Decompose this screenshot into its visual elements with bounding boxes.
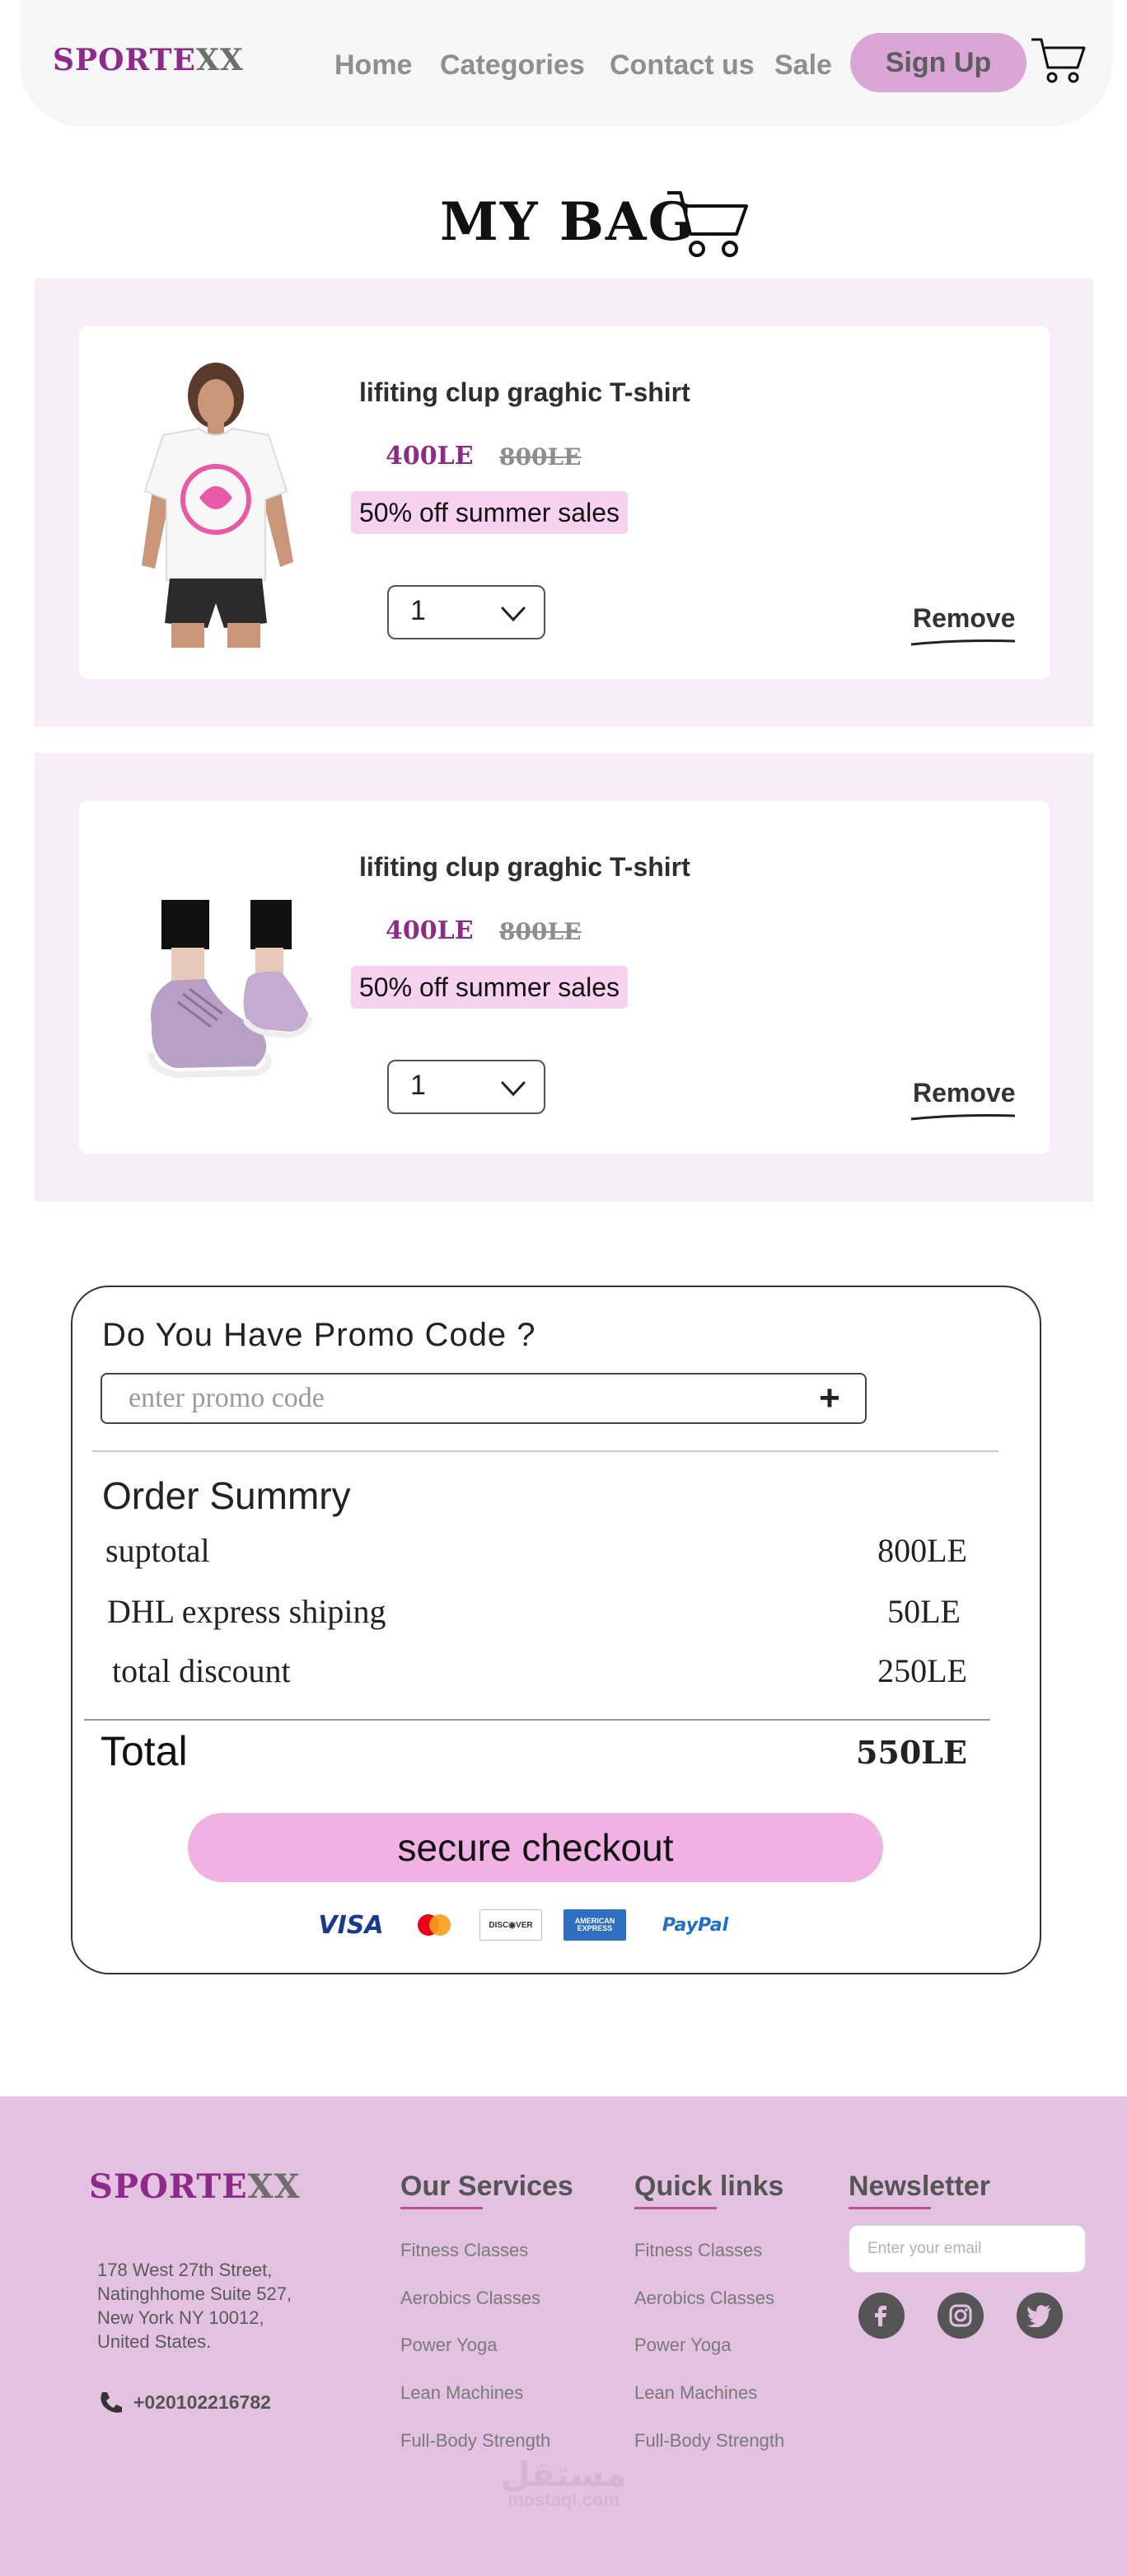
promo-code-question: Do You Have Promo Code ? (102, 1317, 536, 1353)
services-link[interactable]: Full-Body Strength (400, 2430, 550, 2452)
quantity-value: 1 (410, 595, 426, 626)
brand-logo-part2: XX (195, 43, 244, 77)
promo-code-input[interactable] (101, 1373, 867, 1424)
quantity-select[interactable]: 1 (387, 1060, 545, 1114)
services-link[interactable]: Aerobics Classes (400, 2288, 540, 2309)
amex-icon: AMERICAN EXPRESS (564, 1909, 626, 1941)
twitter-icon[interactable] (1017, 2293, 1063, 2339)
nav-contact-link[interactable]: Contact us (610, 49, 755, 82)
product-price: 400LE (386, 916, 474, 945)
services-link[interactable]: Lean Machines (400, 2382, 523, 2404)
product-name[interactable]: lifiting clup graghic T-shirt (359, 377, 690, 408)
quantity-value: 1 (410, 1070, 426, 1101)
instagram-icon[interactable] (938, 2293, 984, 2339)
discover-icon: DISC◉VER (479, 1909, 542, 1941)
company-address: 178 West 27th Street, Natinghhome Suite … (97, 2260, 292, 2352)
remove-button[interactable]: Remove (913, 1078, 1016, 1108)
total-label: Total (101, 1728, 188, 1774)
secure-checkout-button[interactable]: secure checkout (188, 1813, 883, 1882)
quick-link[interactable]: Lean Machines (634, 2382, 757, 2404)
quick-link[interactable]: Full-Body Strength (634, 2430, 784, 2452)
discount-value: 250LE (877, 1652, 967, 1689)
top-navbar: SPORTEXX Home Categories Contact us Sale… (20, 0, 1112, 127)
services-link[interactable]: Fitness Classes (400, 2240, 528, 2261)
add-promo-button[interactable]: + (809, 1378, 850, 1419)
product-old-price: 800LE (499, 918, 582, 945)
sign-up-button[interactable]: Sign Up (850, 33, 1026, 92)
discount-label: total discount (112, 1652, 291, 1689)
remove-underline (910, 639, 1016, 646)
brand-logo-part1: SPORTE (89, 2167, 248, 2206)
product-old-price: 800LE (499, 443, 582, 471)
phone-number: +020102216782 (133, 2391, 271, 2413)
watermark-arabic: مستقل (500, 2454, 627, 2494)
quick-link[interactable]: Aerobics Classes (634, 2288, 774, 2309)
nav-categories-link[interactable]: Categories (440, 49, 585, 82)
nav-sale-link[interactable]: Sale (774, 49, 832, 82)
mastercard-icon (418, 1914, 451, 1936)
cart-item-card: lifiting clup graghic T-shirt 400LE 800L… (79, 801, 1050, 1154)
promo-badge: 50% off summer sales (351, 491, 628, 534)
product-image-sneakers[interactable] (114, 834, 318, 1122)
footer-brand-logo[interactable]: SPORTEXX (89, 2167, 301, 2206)
brand-logo-part1: SPORTE (53, 43, 196, 77)
payment-methods: VISA DISC◉VER AMERICAN EXPRESS PayPal (313, 1907, 743, 1943)
newsletter-heading: Newsletter (849, 2171, 990, 2202)
product-price: 400LE (386, 442, 474, 471)
quantity-select[interactable]: 1 (387, 585, 545, 639)
brand-logo-part2: XX (247, 2167, 301, 2206)
cart-icon[interactable] (1030, 35, 1087, 86)
chevron-down-icon (501, 607, 526, 622)
cart-item-band: lifiting clup graghic T-shirt 400LE 800L… (35, 753, 1093, 1201)
chevron-down-icon (501, 1081, 526, 1097)
cart-item-card: lifiting clup graghic T-shirt 400LE 800L… (79, 326, 1050, 679)
order-summary-heading: Order Summry (102, 1474, 351, 1517)
newsletter-underline (849, 2207, 931, 2209)
promo-badge: 50% off summer sales (351, 966, 628, 1009)
remove-underline (910, 1114, 1016, 1121)
shipping-value: 50LE (887, 1593, 961, 1630)
divider (92, 1450, 998, 1452)
quick-link[interactable]: Power Yoga (634, 2335, 731, 2356)
brand-logo[interactable]: SPORTEXX (53, 43, 244, 77)
divider (84, 1719, 990, 1721)
subtotal-value: 800LE (877, 1532, 967, 1569)
quick-links-heading: Quick links (634, 2171, 784, 2202)
footer: SPORTEXX 178 West 27th Street, Natinghho… (0, 2096, 1127, 2576)
facebook-icon[interactable] (858, 2293, 905, 2339)
total-value: 550LE (855, 1734, 967, 1771)
remove-button[interactable]: Remove (913, 603, 1016, 634)
paypal-icon: PayPal (662, 1914, 729, 1936)
visa-icon: VISA (318, 1910, 384, 1940)
watermark-latin: mostaql.com (507, 2489, 620, 2510)
quick-link[interactable]: Fitness Classes (634, 2240, 762, 2261)
nav-home-link[interactable]: Home (334, 49, 412, 82)
quick-links-underline (634, 2207, 717, 2209)
order-summary-panel: Do You Have Promo Code ? + Order Summry … (71, 1286, 1041, 1974)
services-link[interactable]: Power Yoga (400, 2335, 497, 2356)
product-name[interactable]: lifiting clup graghic T-shirt (359, 852, 690, 883)
watermark-logo: مستقل mostaql.com (493, 2454, 634, 2511)
services-underline (400, 2207, 483, 2209)
shipping-label: DHL express shiping (107, 1593, 386, 1630)
cart-item-band: lifiting clup graghic T-shirt 400LE 800L… (35, 279, 1093, 727)
bag-cart-icon (667, 191, 748, 257)
subtotal-label: suptotal (105, 1532, 210, 1569)
phone-icon (101, 2392, 122, 2413)
services-heading: Our Services (400, 2171, 573, 2202)
phone-contact[interactable]: +020102216782 (97, 2390, 271, 2414)
newsletter-email-input[interactable] (849, 2225, 1086, 2273)
page-title: MY BAG (440, 191, 695, 253)
product-image-tshirt[interactable] (114, 359, 318, 648)
